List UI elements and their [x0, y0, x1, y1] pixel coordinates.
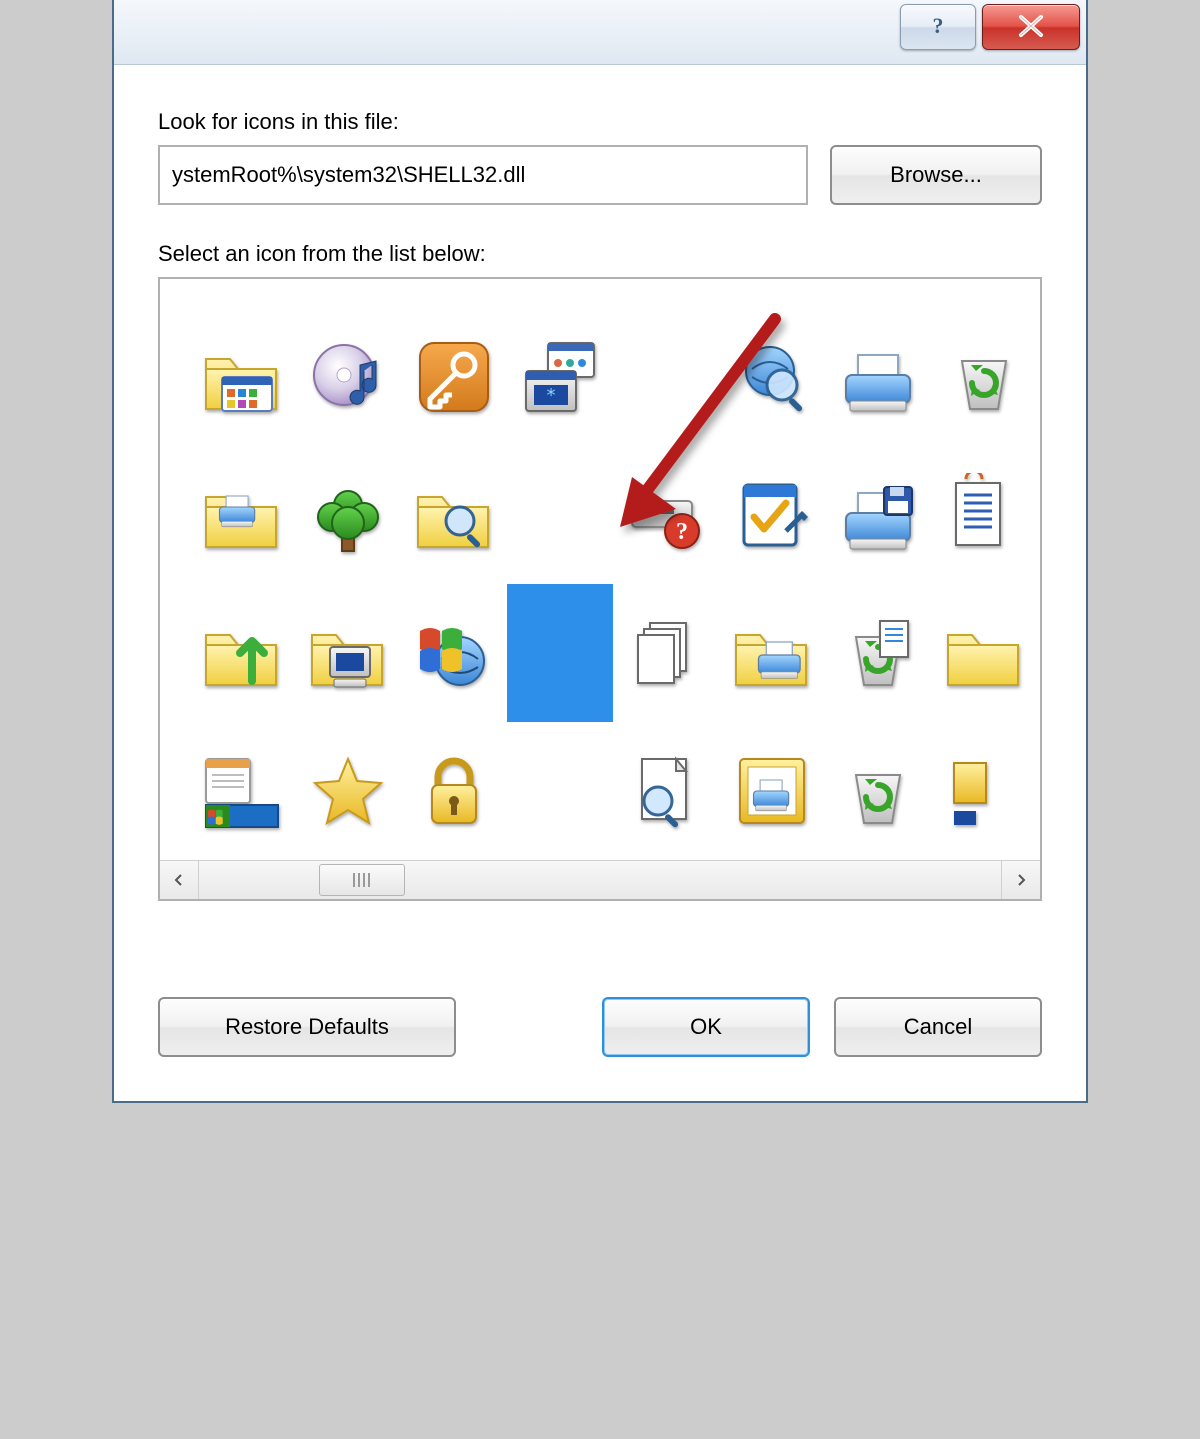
svg-text:?: ? — [933, 13, 944, 38]
favorites-star-icon[interactable] — [295, 722, 401, 860]
dialog-footer: Restore Defaults OK Cancel — [114, 997, 1086, 1101]
folder-up-icon[interactable] — [189, 584, 295, 722]
search-globe-icon[interactable] — [719, 308, 825, 446]
find-document-icon[interactable] — [613, 722, 719, 860]
tree-icon[interactable] — [295, 446, 401, 584]
picture-frame-print-icon[interactable] — [719, 722, 825, 860]
close-button[interactable] — [982, 4, 1080, 50]
system-config-windows-icon[interactable]: * — [507, 308, 613, 446]
folder-printer-icon[interactable] — [189, 446, 295, 584]
select-from-list-label: Select an icon from the list below: — [158, 241, 1042, 267]
blank-slot[interactable] — [613, 308, 719, 446]
music-disc-icon[interactable] — [295, 308, 401, 446]
folder-printer-2-icon[interactable] — [719, 584, 825, 722]
printer-floppy-icon[interactable] — [825, 446, 931, 584]
taskbar-icon[interactable] — [189, 722, 295, 860]
search-folder-icon[interactable] — [401, 446, 507, 584]
cancel-button[interactable]: Cancel — [834, 997, 1042, 1057]
help-button[interactable]: ? — [900, 4, 976, 50]
document-lines-icon[interactable] — [931, 446, 1037, 584]
icon-grid: *? — [189, 308, 1037, 860]
folder-with-items-window-icon[interactable] — [189, 308, 295, 446]
scroll-track[interactable] — [199, 861, 1001, 899]
folder-computer-icon[interactable] — [295, 584, 401, 722]
recycle-document-icon[interactable] — [825, 584, 931, 722]
drive-help-icon[interactable]: ? — [613, 446, 719, 584]
browse-button[interactable]: Browse... — [830, 145, 1042, 205]
recycle-overflow-icon[interactable] — [931, 308, 1037, 446]
recycle-bin-empty-icon[interactable] — [825, 722, 931, 860]
scroll-left-button[interactable] — [160, 861, 199, 899]
blank-slot-3[interactable] — [507, 722, 613, 860]
printer-icon[interactable] — [825, 308, 931, 446]
svg-text:*: * — [546, 385, 557, 406]
horizontal-scrollbar[interactable] — [160, 860, 1040, 899]
key-tile-icon[interactable] — [401, 308, 507, 446]
titlebar: ? — [114, 0, 1086, 65]
svg-text:?: ? — [676, 519, 688, 545]
look-in-label: Look for icons in this file: — [158, 109, 1042, 135]
icon-list-box: *? — [158, 277, 1042, 901]
blank-slot-2[interactable] — [507, 446, 613, 584]
change-icon-dialog: ? Look for icons in this file: Browse...… — [112, 0, 1088, 1103]
misc-overflow-icon[interactable] — [931, 722, 1037, 860]
blank-icon-selected[interactable] — [507, 584, 613, 722]
windows-globe-icon[interactable] — [401, 584, 507, 722]
checklist-edit-icon[interactable] — [719, 446, 825, 584]
ok-button[interactable]: OK — [602, 997, 810, 1057]
scroll-right-button[interactable] — [1001, 861, 1040, 899]
folder-overflow-icon[interactable] — [931, 584, 1037, 722]
icon-file-path-input[interactable] — [158, 145, 808, 205]
multiple-pages-icon[interactable] — [613, 584, 719, 722]
restore-defaults-button[interactable]: Restore Defaults — [158, 997, 456, 1057]
lock-icon[interactable] — [401, 722, 507, 860]
scroll-thumb[interactable] — [319, 864, 405, 896]
